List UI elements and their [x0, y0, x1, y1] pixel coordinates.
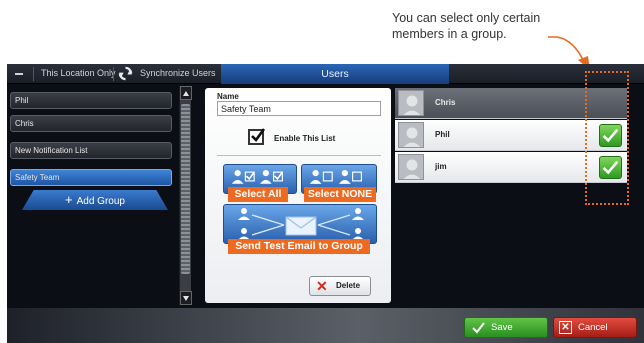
scroll-up-button[interactable] — [180, 86, 192, 100]
member-name: Chris — [435, 98, 456, 107]
save-button[interactable]: Save — [464, 317, 548, 338]
window-title: Users — [221, 64, 449, 84]
enable-checkbox[interactable] — [248, 128, 265, 145]
list-item-chris[interactable]: Chris — [10, 115, 172, 132]
cancel-button[interactable]: ✕ Cancel — [553, 317, 637, 338]
save-label: Save — [491, 322, 513, 333]
add-group-button[interactable]: + Add Group — [22, 190, 168, 210]
annotation-line-2: members in a group. — [392, 27, 507, 41]
notification-lists: Phil Chris New Notification List Safety … — [10, 86, 178, 306]
plus-icon: + — [65, 192, 73, 207]
avatar — [398, 90, 424, 116]
person-icon — [403, 127, 421, 147]
scroll-thumb[interactable] — [181, 104, 190, 274]
separator — [113, 67, 114, 81]
send-test-email-button[interactable] — [223, 204, 377, 244]
enable-list-toggle[interactable]: Enable This List — [248, 128, 378, 149]
send-test-email-label: Send Test Email to Group — [228, 239, 370, 254]
synchronize-users-button[interactable]: Synchronize Users — [140, 68, 216, 78]
name-field[interactable] — [217, 101, 381, 116]
users-window: This Location Only Synchronize Users Use… — [7, 64, 644, 343]
enable-list-label: Enable This List — [274, 134, 336, 143]
separator — [33, 67, 34, 81]
add-group-label: Add Group — [76, 196, 125, 207]
cancel-label: Cancel — [578, 322, 608, 333]
delete-x-icon: ✕ — [316, 278, 328, 294]
callout-highlight — [585, 71, 629, 205]
divider — [217, 155, 381, 156]
select-none-label: Select NONE — [304, 187, 376, 202]
list-editor: Name Enable This List Select All — [205, 88, 391, 303]
person-icon — [403, 95, 421, 115]
select-all-label: Select All — [228, 187, 288, 202]
avatar — [398, 154, 424, 180]
list-scrollbar[interactable] — [179, 86, 192, 305]
location-filter[interactable]: This Location Only — [41, 68, 116, 78]
users-checked-icon — [231, 169, 284, 184]
users-unchecked-icon — [309, 169, 362, 184]
person-icon — [403, 159, 421, 179]
list-item-new-notification-list[interactable]: New Notification List — [10, 142, 172, 159]
delete-button[interactable]: ✕ Delete — [309, 276, 371, 296]
close-icon: ✕ — [559, 321, 572, 334]
scroll-down-button[interactable] — [180, 291, 192, 305]
list-item-safety-team[interactable]: Safety Team — [10, 169, 172, 186]
minimize-icon[interactable] — [13, 67, 27, 81]
annotation-callout: You can select only certain members in a… — [392, 10, 592, 42]
sync-icon[interactable] — [118, 66, 133, 81]
avatar — [398, 122, 424, 148]
bottom-bar: Save ✕ Cancel — [7, 308, 644, 343]
name-label: Name — [217, 92, 239, 101]
delete-label: Delete — [336, 281, 361, 290]
top-bar: This Location Only Synchronize Users Use… — [7, 64, 644, 84]
checkmark-icon — [251, 128, 265, 142]
member-name: jim — [435, 162, 447, 171]
list-item-phil[interactable]: Phil — [10, 92, 172, 109]
checkmark-icon — [472, 322, 485, 334]
annotation-line-1: You can select only certain — [392, 11, 541, 25]
member-name: Phil — [435, 130, 450, 139]
